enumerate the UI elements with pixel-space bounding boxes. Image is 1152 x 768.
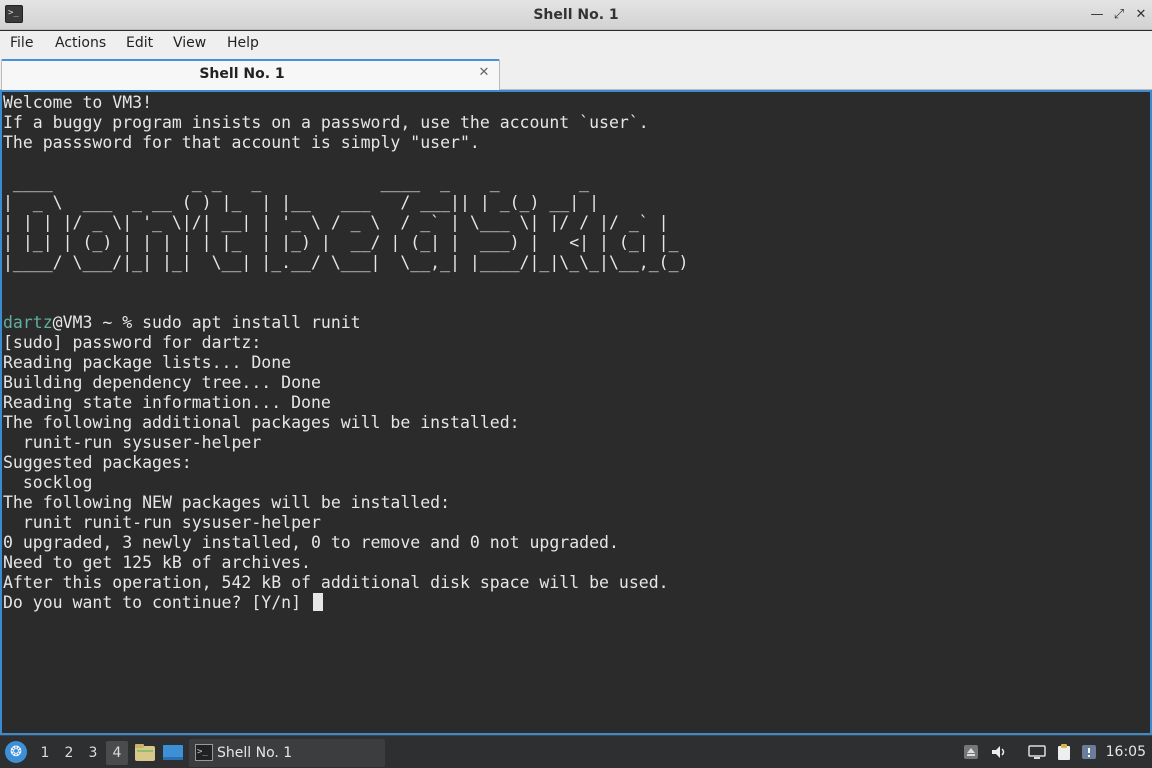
network-icon[interactable] (1028, 743, 1046, 761)
file-manager-icon[interactable] (134, 742, 156, 762)
terminal-line: Need to get 125 kB of archives. (3, 553, 311, 572)
upload-icon[interactable] (962, 743, 980, 761)
terminal-line: | |_| | (_) | | | | | |_ | |_) | __/ | (… (3, 233, 679, 252)
menu-view[interactable]: View (173, 31, 206, 57)
terminal-line: |____/ \___/|_| |_| \__| |_.__/ \___| \_… (3, 253, 689, 272)
minimize-button[interactable]: — (1087, 5, 1107, 25)
taskbar-task-shell[interactable]: >_ Shell No. 1 (189, 739, 385, 767)
menu-actions[interactable]: Actions (55, 31, 106, 57)
start-menu-icon[interactable]: ❂ (5, 741, 27, 763)
window-titlebar[interactable]: >_ Shell No. 1 — ⤢ ✕ (0, 0, 1152, 30)
tab-shell-1[interactable]: Shell No. 1 ✕ (1, 59, 500, 90)
terminal-line: Reading package lists... Done (3, 353, 292, 372)
clipboard-icon[interactable] (1055, 743, 1073, 761)
terminal-line: socklog (3, 473, 93, 492)
terminal-line: | | | |/ _ \| '_ \|/| __| | '_ \ / _ \ /… (3, 213, 669, 232)
terminal-line: Suggested packages: (3, 453, 192, 472)
show-desktop-icon[interactable] (162, 742, 184, 762)
terminal-task-icon: >_ (195, 744, 213, 761)
terminal-line: Do you want to continue? [Y/n] (3, 593, 323, 613)
tab-label: Shell No. 1 (199, 66, 285, 82)
menu-help[interactable]: Help (227, 31, 259, 57)
terminal-line: Building dependency tree... Done (3, 373, 321, 392)
menu-file[interactable]: File (10, 31, 33, 57)
window-title: Shell No. 1 (533, 7, 619, 23)
terminal-line: runit runit-run sysuser-helper (3, 513, 321, 532)
volume-icon[interactable] (990, 743, 1008, 761)
task-label: Shell No. 1 (217, 745, 293, 761)
terminal-line: If a buggy program insists on a password… (3, 113, 649, 132)
terminal-cursor (312, 593, 323, 611)
menubar: File Actions Edit View Help (0, 31, 1152, 57)
terminal-output[interactable]: Welcome to VM3! If a buggy program insist… (0, 90, 1152, 735)
menu-edit[interactable]: Edit (126, 31, 153, 57)
workspace-4[interactable]: 4 (106, 741, 128, 765)
prompt-user: dartz (3, 313, 53, 332)
terminal-line: Welcome to VM3! (3, 93, 153, 112)
workspace-3[interactable]: 3 (82, 741, 104, 765)
terminal-line: runit-run sysuser-helper (3, 433, 262, 452)
tab-close-icon[interactable]: ✕ (477, 64, 491, 82)
tab-strip: Shell No. 1 ✕ (0, 57, 1152, 90)
terminal-line: The following NEW packages will be insta… (3, 493, 451, 512)
prompt-line: dartz@VM3 ~ % sudo apt install runit (3, 313, 361, 333)
terminal-line: The passsword for that account is simply… (3, 133, 480, 152)
notification-icon[interactable] (1080, 743, 1098, 761)
terminal-line: Reading state information... Done (3, 393, 331, 412)
terminal-line: After this operation, 542 kB of addition… (3, 573, 669, 592)
terminal-line: ____ _ _ _ ____ _ _ _ (3, 173, 600, 192)
terminal-line: 0 upgraded, 3 newly installed, 0 to remo… (3, 533, 619, 552)
close-button[interactable]: ✕ (1131, 5, 1151, 25)
terminal-line: [sudo] password for dartz: (3, 333, 262, 352)
clock[interactable]: 16:05 (1106, 736, 1146, 768)
terminal-line: | _ \ ___ _ __ ( ) |_ | |__ ___ / ___|| … (3, 193, 600, 212)
workspace-2[interactable]: 2 (58, 741, 80, 765)
workspace-1[interactable]: 1 (34, 741, 56, 765)
maximize-button[interactable]: ⤢ (1109, 5, 1129, 25)
terminal-line-text: Do you want to continue? [Y/n] (3, 593, 311, 612)
terminal-line: The following additional packages will b… (3, 413, 520, 432)
prompt-command: @VM3 ~ % sudo apt install runit (52, 313, 361, 332)
taskbar: ❂ 1 2 3 4 >_ Shell No. 1 16:05 (0, 735, 1152, 768)
